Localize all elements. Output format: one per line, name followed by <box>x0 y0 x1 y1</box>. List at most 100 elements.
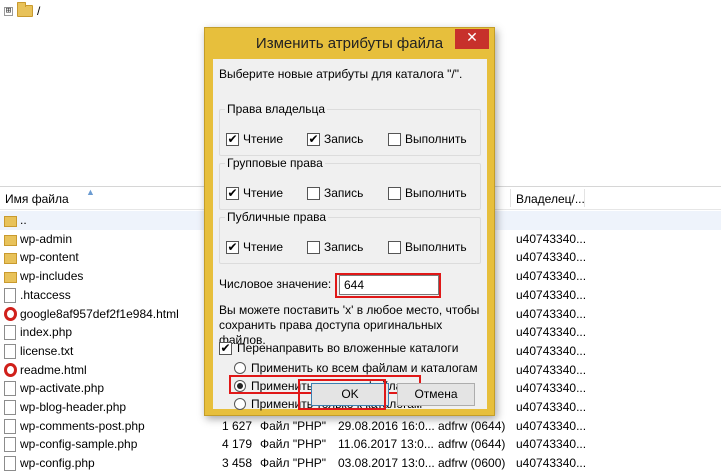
file-name: readme.html <box>20 362 87 377</box>
checkbox-label: Запись <box>324 240 364 254</box>
file-name: wp-config.php <box>20 456 95 471</box>
remote-tree-root[interactable]: ⊞ / <box>4 2 40 20</box>
group-execute-checkbox[interactable]: Выполнить <box>388 186 467 200</box>
file-name: wp-config-sample.php <box>20 437 138 452</box>
dialog-title: Изменить атрибуты файла <box>255 35 444 52</box>
radio-icon[interactable] <box>234 398 246 410</box>
folder-icon <box>4 253 17 265</box>
file-owner: u40743340... <box>516 418 587 433</box>
file-permissions: adfrw (0644) <box>438 437 506 452</box>
column-separator <box>584 189 585 207</box>
folder-icon <box>17 2 33 17</box>
column-owner[interactable]: Владелец/... <box>516 192 585 206</box>
public-execute-checkbox[interactable]: Выполнить <box>388 240 467 254</box>
group-read-checkbox[interactable]: ✔ Чтение <box>226 186 283 200</box>
checkbox-icon[interactable]: ✔ <box>226 132 239 146</box>
checkbox-icon[interactable]: ✔ <box>226 240 239 254</box>
file-modified: 29.08.2016 16:0... <box>338 418 435 433</box>
owner-read-checkbox[interactable]: ✔ Чтение <box>226 132 283 146</box>
checkbox-label: Чтение <box>243 240 284 254</box>
file-owner: u40743340... <box>516 231 587 246</box>
checkbox-label: Запись <box>324 132 364 146</box>
checkbox-label: Выполнить <box>405 186 467 200</box>
document-icon <box>4 343 16 359</box>
checkbox-icon[interactable]: ✔ <box>307 132 320 146</box>
document-icon <box>4 456 16 472</box>
file-owner: u40743340... <box>516 343 587 358</box>
tree-path-label: / <box>37 4 41 18</box>
dialog-prompt: Выберите новые атрибуты для каталога "/"… <box>219 67 463 81</box>
owner-permissions-group: Права владельца ✔ Чтение ✔ Запись Выполн… <box>219 102 481 156</box>
group-title: Публичные права <box>225 210 329 224</box>
checkbox-icon[interactable] <box>388 240 401 254</box>
file-name: wp-blog-header.php <box>20 400 127 414</box>
opera-icon <box>4 306 17 321</box>
document-icon <box>4 287 16 303</box>
public-write-checkbox[interactable]: Запись <box>307 240 363 254</box>
highlight-box <box>335 273 441 298</box>
dialog-titlebar[interactable]: Изменить атрибуты файла ✕ <box>205 28 494 59</box>
file-owner: u40743340... <box>516 456 587 471</box>
file-modified: 03.08.2017 13:0... <box>338 456 435 471</box>
file-name: wp-activate.php <box>20 381 105 396</box>
owner-write-checkbox[interactable]: ✔ Запись <box>307 132 363 146</box>
file-owner: u40743340... <box>516 287 587 302</box>
highlight-box <box>298 379 386 410</box>
expand-icon[interactable]: ⊞ <box>4 6 13 16</box>
checkbox-icon[interactable] <box>307 186 320 200</box>
folder-icon <box>4 272 17 284</box>
recurse-checkbox[interactable]: ✔ Перенаправить во вложенные каталоги <box>219 341 458 355</box>
file-owner: u40743340... <box>516 381 587 396</box>
cancel-button[interactable]: Отмена <box>397 383 475 406</box>
file-owner: u40743340... <box>516 250 587 265</box>
radio-label: Применить ко всем файлам и каталогам <box>251 361 478 375</box>
checkbox-icon[interactable]: ✔ <box>226 186 239 200</box>
file-size: 3 458 <box>222 456 253 471</box>
group-permissions-group: Групповые права ✔ Чтение Запись Выполнит… <box>219 156 481 210</box>
checkbox-label: Чтение <box>243 186 284 200</box>
file-name: google8af957def2f1e984.html <box>20 306 179 321</box>
column-filename[interactable]: Имя файла <box>5 192 69 206</box>
document-icon <box>4 418 16 434</box>
file-size: 1 627 <box>222 418 253 433</box>
owner-execute-checkbox[interactable]: Выполнить <box>388 132 467 146</box>
group-title: Права владельца <box>225 102 328 116</box>
folder-icon <box>4 234 17 246</box>
file-row[interactable]: wp-config.php 3 458 Файл "PHP" 03.08.2017 1… <box>0 454 721 473</box>
change-attributes-dialog: Изменить атрибуты файла ✕ Выберите новые… <box>204 27 495 416</box>
file-name: license.txt <box>20 343 74 358</box>
file-name: wp-includes <box>20 269 84 284</box>
document-icon <box>4 325 16 341</box>
sort-ascending-icon: ▲ <box>86 187 95 197</box>
public-read-checkbox[interactable]: ✔ Чтение <box>226 240 283 254</box>
checkbox-icon[interactable] <box>307 240 320 254</box>
file-name: wp-admin <box>20 231 73 246</box>
checkbox-icon[interactable] <box>388 132 401 146</box>
file-owner: u40743340... <box>516 306 587 321</box>
file-type: Файл "PHP" <box>260 418 327 433</box>
file-row[interactable]: wp-config-sample.php 4 179 Файл "PHP" 11.06… <box>0 435 721 454</box>
document-icon <box>4 400 16 415</box>
file-owner: u40743340... <box>516 400 587 414</box>
checkbox-icon[interactable]: ✔ <box>219 341 232 355</box>
radio-icon[interactable] <box>234 362 246 374</box>
checkbox-label: Выполнить <box>405 240 467 254</box>
group-write-checkbox[interactable]: Запись <box>307 186 363 200</box>
checkbox-icon[interactable] <box>388 186 401 200</box>
file-size: 4 179 <box>222 437 253 452</box>
file-owner: u40743340... <box>516 437 587 452</box>
file-name: wp-content <box>20 250 79 265</box>
file-row[interactable]: wp-comments-post.php 1 627 Файл "PHP" 29.08… <box>0 417 721 436</box>
file-type: Файл "PHP" <box>260 437 327 452</box>
opera-icon <box>4 362 17 377</box>
document-icon <box>4 437 16 453</box>
checkbox-label: Перенаправить во вложенные каталоги <box>237 341 459 355</box>
apply-all-radio[interactable]: Применить ко всем файлам и каталогам <box>234 361 478 375</box>
file-name: index.php <box>20 325 73 340</box>
close-button[interactable]: ✕ <box>455 29 489 49</box>
file-name: .. <box>20 213 27 227</box>
column-separator <box>510 189 511 207</box>
file-owner: u40743340... <box>516 362 587 377</box>
dialog-body: Выберите новые атрибуты для каталога "/"… <box>213 59 487 411</box>
file-owner: u40743340... <box>516 269 587 284</box>
